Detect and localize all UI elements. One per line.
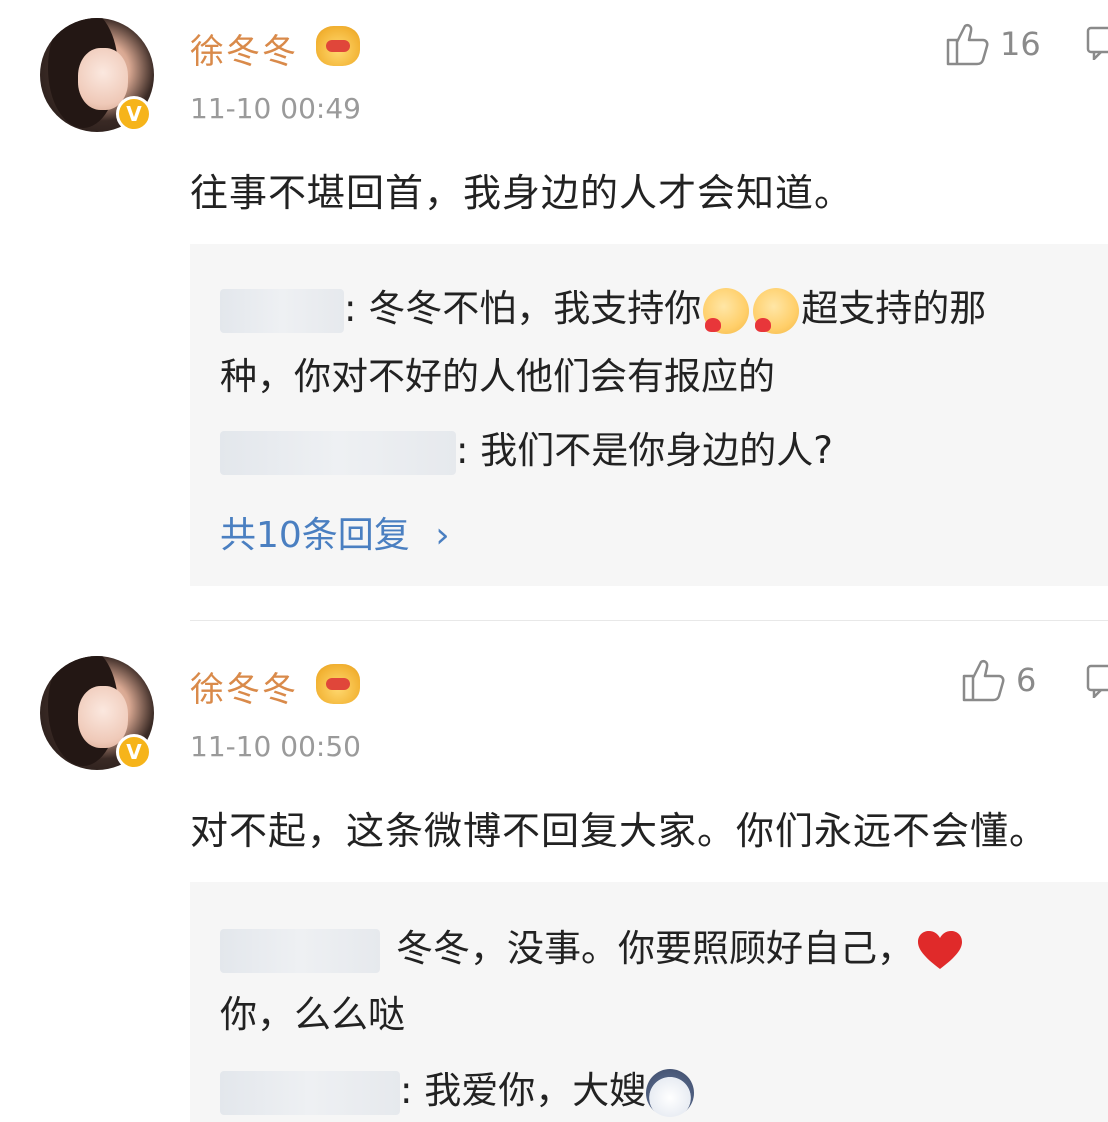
reply-list: 冬冬，没事。你要照顾好自己， 你，么么哒 : 我爱你，大嫂 <box>190 882 1108 1122</box>
like-button[interactable]: 6 <box>960 658 1036 702</box>
crown-emoji-icon <box>316 26 360 66</box>
blurred-username <box>220 430 456 475</box>
heart-emoji-icon <box>918 930 962 969</box>
reply-list: : 冬冬不怕，我支持你 超支持的那 种，你对不好的人他们会有报应的 : 我们不是你… <box>190 244 1108 586</box>
like-count: 16 <box>1000 25 1041 63</box>
comment-text: 对不起，这条微博不回复大家。你们永远不会懂。 <box>190 809 1049 853</box>
reply-text: 冬冬，没事。你要照顾好自己， <box>396 927 914 970</box>
husky-emoji-icon <box>646 1068 695 1117</box>
chevron-right-icon: › <box>435 515 450 556</box>
comment-item: V 徐冬冬 11-10 00:49 16 往事不堪回首，我身边的人才会知道。 :… <box>0 0 1108 620</box>
verified-badge-icon: V <box>116 734 152 770</box>
thumbs-up-icon <box>962 659 1005 702</box>
crown-emoji-icon <box>316 664 360 704</box>
reply-item[interactable]: : 我们不是你身边的人? <box>220 420 833 475</box>
more-replies-link[interactable]: 共10条回复 › <box>220 506 450 558</box>
comment-icon[interactable] <box>1086 664 1108 698</box>
blush-emoji-icon <box>753 287 800 334</box>
username[interactable]: 徐冬冬 <box>190 662 298 711</box>
blurred-username <box>220 288 344 333</box>
like-count: 6 <box>1016 661 1037 699</box>
username[interactable]: 徐冬冬 <box>190 24 298 73</box>
like-button[interactable]: 16 <box>944 22 1041 66</box>
divider <box>190 620 1108 621</box>
comment-text: 往事不堪回首，我身边的人才会知道。 <box>190 171 854 215</box>
reply-item[interactable]: 冬冬，没事。你要照顾好自己， <box>220 918 966 973</box>
verified-badge-icon: V <box>116 96 152 132</box>
comment-icon[interactable] <box>1086 26 1108 60</box>
reply-item[interactable]: : 冬冬不怕，我支持你 超支持的那 <box>220 278 986 334</box>
blurred-username <box>220 928 380 973</box>
reply-text: : 冬冬不怕，我支持你 <box>344 287 702 330</box>
thumbs-up-icon <box>946 23 989 66</box>
reply-text-continued: 种，你对不好的人他们会有报应的 <box>220 355 775 398</box>
timestamp: 11-10 00:50 <box>190 730 361 763</box>
reply-text: : 我们不是你身边的人? <box>456 429 833 472</box>
reply-item[interactable]: : 我爱你，大嫂 <box>220 1060 695 1117</box>
reply-text-continued: 你，么么哒 <box>220 993 405 1036</box>
reply-text: : 我爱你，大嫂 <box>400 1069 647 1112</box>
blush-emoji-icon <box>703 287 750 334</box>
comment-item: V 徐冬冬 11-10 00:50 6 对不起，这条微博不回复大家。你们永远不会… <box>0 638 1108 1122</box>
timestamp: 11-10 00:49 <box>190 92 361 125</box>
reply-text: 超支持的那 <box>801 287 987 330</box>
